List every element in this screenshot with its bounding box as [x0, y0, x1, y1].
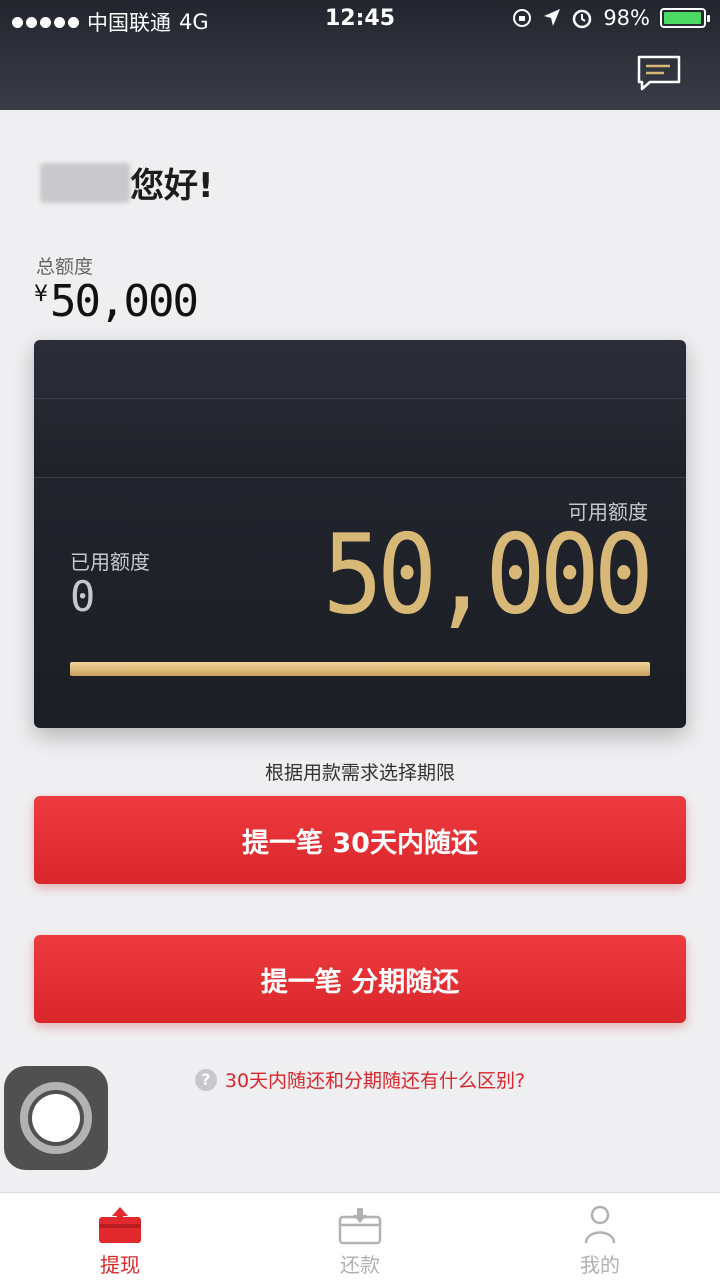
- app-screen: 中国联通 4G 12:45 98% 您好! 总额度 ¥ 50,000 可用额度 …: [0, 0, 720, 1280]
- tab-withdraw[interactable]: 提现: [0, 1193, 240, 1280]
- currency-symbol: ¥: [34, 282, 48, 307]
- greeting: 您好!: [40, 158, 214, 207]
- faq-link[interactable]: ? 30天内随还和分期随还有什么区别?: [0, 1066, 720, 1093]
- rotation-lock-icon: [513, 9, 532, 27]
- greeting-text: 您好!: [130, 166, 214, 206]
- alarm-icon: [573, 9, 592, 29]
- withdraw-icon: [99, 1207, 141, 1243]
- status-right: 98%: [511, 6, 710, 30]
- total-credit-label: 总额度: [36, 256, 94, 278]
- status-bar: 中国联通 4G 12:45 98%: [0, 0, 720, 38]
- faq-text[interactable]: 30天内随还和分期随还有什么区别?: [225, 1066, 525, 1093]
- available-credit-amount: 50,000: [322, 510, 654, 639]
- tab-withdraw-label: 提现: [100, 1253, 140, 1277]
- battery-fill: [664, 12, 702, 24]
- withdraw-30-days-button[interactable]: 提一笔 30天内随还: [34, 796, 686, 884]
- tab-profile[interactable]: 我的: [480, 1193, 720, 1280]
- repay-icon: [338, 1208, 382, 1245]
- tab-repay-label: 还款: [340, 1253, 380, 1277]
- credit-progress-fill: [70, 662, 650, 676]
- profile-icon: [584, 1205, 616, 1244]
- battery-icon: [660, 8, 710, 28]
- card-band: [34, 398, 686, 478]
- total-credit-value: 50,000: [50, 276, 199, 327]
- withdraw-installment-button[interactable]: 提一笔 分期随还: [34, 935, 686, 1023]
- tab-repay[interactable]: 还款: [240, 1193, 480, 1280]
- question-icon: ?: [194, 1068, 217, 1091]
- tab-profile-label: 我的: [580, 1253, 620, 1277]
- message-icon[interactable]: [636, 54, 682, 92]
- used-credit-amount: 0: [70, 572, 96, 621]
- user-name-redacted: [40, 162, 130, 203]
- term-hint: 根据用款需求选择期限: [264, 762, 455, 784]
- header: 中国联通 4G 12:45 98%: [0, 0, 720, 110]
- assistive-touch-button[interactable]: [4, 1066, 108, 1170]
- credit-card: 可用额度 50,000 已用额度 0: [34, 340, 686, 728]
- credit-progress-bar: [70, 662, 650, 676]
- used-credit-label: 已用额度: [70, 550, 150, 574]
- total-credit-amount: ¥ 50,000: [34, 276, 199, 327]
- battery-percent: 98%: [603, 6, 650, 30]
- tab-bar: 提现 还款 我的: [0, 1192, 720, 1280]
- location-icon: [544, 9, 561, 26]
- assistive-core: [32, 1094, 80, 1142]
- assistive-ring: [20, 1082, 92, 1154]
